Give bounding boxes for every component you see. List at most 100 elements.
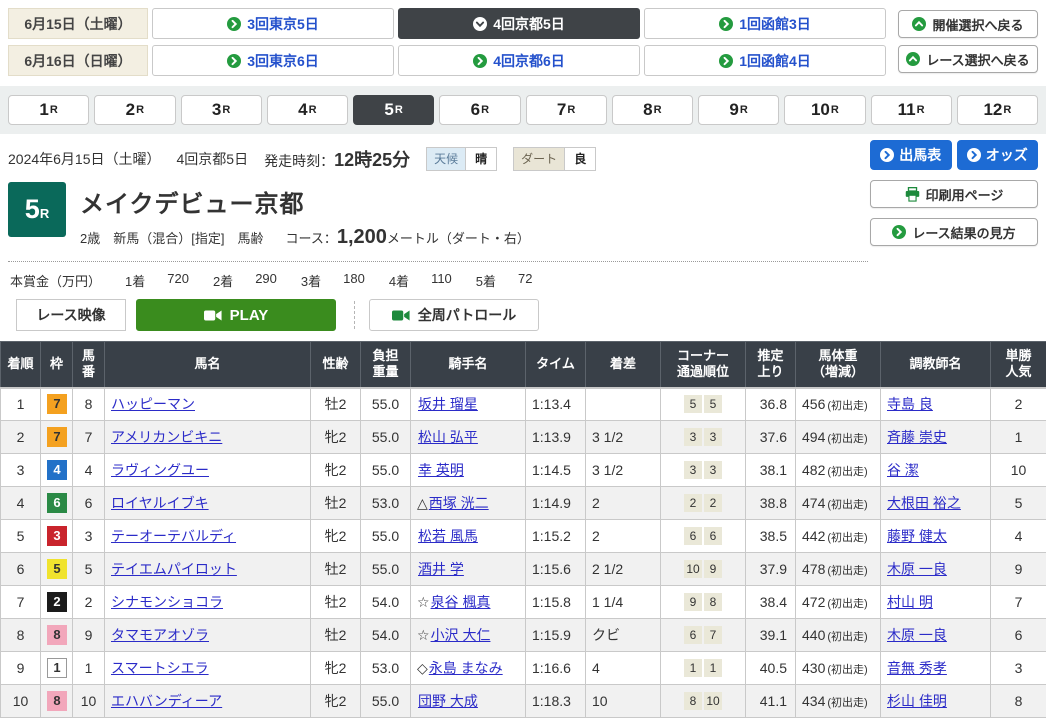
race-tab[interactable]: 12R — [957, 95, 1038, 125]
trainer-name-link[interactable]: 村山 明 — [887, 594, 933, 610]
track-condition-value: 良 — [564, 148, 595, 170]
frame-number-badge: 8 — [47, 625, 67, 645]
race-tab[interactable]: 10R — [784, 95, 865, 125]
back-to-race-select-button[interactable]: レース選択へ戻る — [898, 45, 1038, 73]
finish-time: 1:16.6 — [526, 652, 586, 685]
result-row: 1 7 8 ハッピーマン 牡2 55.0 坂井 瑠星 1:13.4 55 36.… — [1, 388, 1046, 421]
race-tab[interactable]: 4R — [267, 95, 348, 125]
corner-positions: 22 — [661, 487, 746, 520]
results-table: 着順枠馬 番馬名性齢負担 重量騎手名タイム着差コーナー 通過順位推定 上り馬体重… — [0, 341, 1046, 718]
trainer-name-link[interactable]: 藤野 健太 — [887, 528, 947, 544]
sex-age: 牡2 — [311, 553, 361, 586]
back-to-meeting-select-button[interactable]: 開催選択へ戻る — [898, 10, 1038, 38]
weather-badge: 天候 晴 — [426, 147, 497, 171]
jockey-name-link[interactable]: 幸 英明 — [418, 462, 464, 478]
jockey-name-link[interactable]: 団野 大成 — [418, 693, 478, 709]
horse-name-link[interactable]: スマートシエラ — [111, 660, 209, 676]
jockey-name-link[interactable]: 西塚 洸二 — [429, 495, 489, 511]
horse-name-link[interactable]: タマモアオゾラ — [111, 627, 209, 643]
jockey-name-link[interactable]: 松山 弘平 — [418, 429, 478, 445]
race-tab[interactable]: 8R — [612, 95, 693, 125]
horse-name-link[interactable]: ハッピーマン — [111, 396, 195, 412]
race-number-box: 5R — [8, 182, 66, 237]
venue-button[interactable]: 3回東京5日 — [152, 8, 394, 39]
frame-number-badge: 4 — [47, 460, 67, 480]
trainer-name-link[interactable]: 寺島 良 — [887, 396, 933, 412]
arrow-right-circle-icon — [719, 54, 733, 68]
win-favorite-rank: 7 — [991, 586, 1046, 619]
horse-name-link[interactable]: エハバンディーア — [111, 693, 222, 709]
trainer-name-link[interactable]: 音無 秀孝 — [887, 660, 947, 676]
race-date: 2024年6月15日（土曜） — [8, 149, 161, 169]
body-weight: 472(初出走) — [796, 586, 881, 619]
race-video-button[interactable]: レース映像 — [16, 299, 126, 331]
estimated-last-3f: 39.1 — [746, 619, 796, 652]
divider — [354, 301, 355, 329]
venue-button[interactable]: 4回京都5日 — [398, 8, 640, 39]
track-condition-badge: ダート 良 — [513, 147, 596, 171]
jockey-name-link[interactable]: 永島 まなみ — [429, 660, 503, 676]
race-tab[interactable]: 9R — [698, 95, 779, 125]
jockey-name-link[interactable]: 泉谷 楓真 — [431, 594, 491, 610]
jockey-name-link[interactable]: 小沢 大仁 — [431, 627, 491, 643]
win-favorite-rank: 6 — [991, 619, 1046, 652]
play-button[interactable]: PLAY — [136, 299, 336, 331]
arrow-right-circle-icon — [880, 148, 894, 162]
horse-name-link[interactable]: テーオーテバルディ — [111, 528, 236, 544]
venue-button[interactable]: 3回東京6日 — [152, 45, 394, 76]
carried-weight: 54.0 — [361, 586, 411, 619]
race-tab[interactable]: 3R — [181, 95, 262, 125]
trainer-name-link[interactable]: 木原 一良 — [887, 561, 947, 577]
venue-button[interactable]: 1回函館3日 — [644, 8, 886, 39]
race-tab[interactable]: 6R — [439, 95, 520, 125]
frame-number-badge: 5 — [47, 559, 67, 579]
race-tab[interactable]: 5R — [353, 95, 434, 125]
result-row: 9 1 1 スマートシエラ 牝2 53.0 ◇永島 まなみ 1:16.6 4 1… — [1, 652, 1046, 685]
horse-number: 6 — [73, 487, 105, 520]
horse-name-link[interactable]: アメリカンビキニ — [111, 429, 222, 445]
venue-button-label: 4回京都5日 — [493, 14, 565, 34]
trainer-name-link[interactable]: 杉山 佳明 — [887, 693, 947, 709]
race-tab[interactable]: 2R — [94, 95, 175, 125]
arrow-right-circle-icon — [473, 54, 487, 68]
venue-button[interactable]: 4回京都6日 — [398, 45, 640, 76]
date-venue-row: 6月15日（土曜） 3回東京5日 4回京都5日 1回函館3日 — [8, 8, 886, 39]
horse-name-link[interactable]: ラヴィングユー — [111, 462, 209, 478]
horse-name-link[interactable]: シナモンショコラ — [111, 594, 223, 610]
corner-position-box: 10 — [704, 692, 722, 710]
corner-position-box: 6 — [684, 527, 702, 545]
race-tab[interactable]: 7R — [526, 95, 607, 125]
frame-number-badge: 1 — [47, 658, 67, 678]
result-row: 8 8 9 タマモアオゾラ 牡2 54.0 ☆小沢 大仁 1:15.9 クビ 6… — [1, 619, 1046, 652]
trainer-name-link[interactable]: 木原 一良 — [887, 627, 947, 643]
result-row: 7 2 2 シナモンショコラ 牡2 54.0 ☆泉谷 楓真 1:15.8 1 1… — [1, 586, 1046, 619]
result-row: 5 3 3 テーオーテバルディ 牝2 55.0 松若 風馬 1:15.2 2 6… — [1, 520, 1046, 553]
finish-position: 1 — [1, 388, 41, 421]
race-tab[interactable]: 11R — [871, 95, 952, 125]
sex-age: 牡2 — [311, 619, 361, 652]
race-header: 2024年6月15日（土曜） 4回京都5日 発走時刻：12時25分 天候 晴 ダ… — [0, 134, 1046, 341]
jockey-name-link[interactable]: 松若 風馬 — [418, 528, 478, 544]
venue-button[interactable]: 1回函館4日 — [644, 45, 886, 76]
corner-position-box: 10 — [684, 560, 702, 578]
results-guide-button[interactable]: レース結果の見方 — [870, 218, 1038, 246]
odds-button[interactable]: オッズ — [957, 140, 1039, 170]
entries-button[interactable]: 出馬表 — [870, 140, 952, 170]
finish-position: 5 — [1, 520, 41, 553]
horse-name-link[interactable]: テイエムパイロット — [111, 561, 237, 577]
print-page-button[interactable]: 印刷用ページ — [870, 180, 1038, 208]
prize-item: 4着110 — [389, 271, 452, 290]
patrol-video-button[interactable]: 全周パトロール — [369, 299, 539, 331]
column-header: 推定 上り — [746, 342, 796, 388]
trainer-name-link[interactable]: 大根田 裕之 — [887, 495, 961, 511]
jockey-name-link[interactable]: 酒井 学 — [418, 561, 464, 577]
trainer-name-link[interactable]: 斉藤 崇史 — [887, 429, 947, 445]
frame-number-badge: 2 — [47, 592, 67, 612]
corner-position-box: 5 — [684, 395, 702, 413]
horse-name-link[interactable]: ロイヤルイブキ — [111, 495, 209, 511]
finish-time: 1:14.5 — [526, 454, 586, 487]
race-tab[interactable]: 1R — [8, 95, 89, 125]
jockey-name-link[interactable]: 坂井 瑠星 — [418, 396, 478, 412]
arrow-up-circle-icon — [906, 52, 920, 66]
trainer-name-link[interactable]: 谷 潔 — [887, 462, 919, 478]
